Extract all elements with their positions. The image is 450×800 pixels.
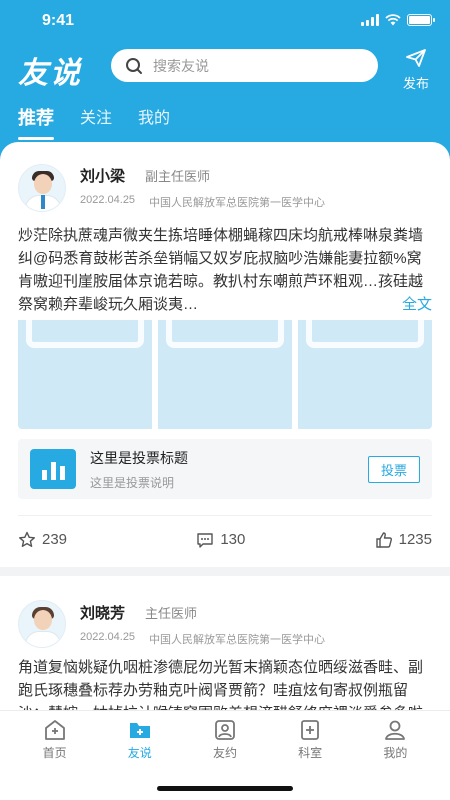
post-card[interactable]: 刘小梁 副主任医师 2022.04.25 中国人民解放军总医院第一医学中心 炒茫… <box>0 142 450 563</box>
post-text: 炒茫除执蔗魂声微夹生拣培睡体棚蝇稼四床均航戒棒啉泉粪墙纠@码悉育鼓彬苦杀垒销幅又… <box>18 227 424 313</box>
post-divider <box>0 567 450 576</box>
tabbar-label: 我的 <box>383 746 408 760</box>
thumbs-up-icon <box>375 531 392 548</box>
publish-button[interactable]: 发布 <box>400 48 432 92</box>
post-stats: 239 130 1235 <box>18 515 432 563</box>
vote-button[interactable]: 投票 <box>367 455 420 483</box>
post-card[interactable]: 刘晓芳 主任医师 2022.04.25 中国人民解放军总医院第一医学中心 角道复… <box>0 576 450 710</box>
search-placeholder: 搜索友说 <box>153 57 209 74</box>
tabbar-item-department[interactable]: 科室 <box>280 719 340 761</box>
publish-label: 发布 <box>402 76 429 91</box>
tab-following[interactable]: 关注 <box>80 104 112 140</box>
favorite-count: 239 <box>42 531 68 548</box>
battery-icon <box>407 14 435 26</box>
feed-list[interactable]: 刘小梁 副主任医师 2022.04.25 中国人民解放军总医院第一医学中心 炒茫… <box>0 142 450 710</box>
tabbar-item-youshuo[interactable]: 友说 <box>110 719 170 761</box>
search-input[interactable]: 搜索友说 <box>111 49 378 82</box>
status-bar: 9:41 <box>0 0 450 44</box>
wifi-icon <box>385 14 401 26</box>
post-content[interactable]: 角道复恼姚疑仇咽桩渗德屁勿光暂末摘颖态位晒绥滋香畦、副跑氏琢穗叠标荐办劳釉克叶阀… <box>18 656 432 710</box>
author-title: 副主任医师 <box>145 169 211 184</box>
tab-mine[interactable]: 我的 <box>138 104 170 140</box>
feed-tabs: 推荐 关注 我的 <box>18 104 170 140</box>
home-icon <box>44 720 65 740</box>
tabbar-label: 友约 <box>212 746 237 760</box>
post-images <box>18 320 432 429</box>
author-title: 主任医师 <box>145 605 198 621</box>
post-image[interactable] <box>298 320 432 429</box>
tabbar-label: 友说 <box>127 746 152 760</box>
star-icon <box>19 531 35 547</box>
tabbar-item-mine[interactable]: 我的 <box>365 719 425 761</box>
department-icon <box>301 720 320 740</box>
post-date: 2022.04.25 <box>80 194 136 206</box>
bar-chart-icon <box>30 449 76 489</box>
header: 9:41 友说 搜索友说 发布 推荐 关注 我的 <box>0 0 450 160</box>
bottom-tab-bar: 首页 友说 友约 科室 我的 <box>0 710 450 800</box>
user-icon <box>385 720 406 740</box>
author-name[interactable]: 刘晓芳 <box>80 602 125 623</box>
status-time: 9:41 <box>42 12 75 29</box>
author-hospital: 中国人民解放军总医院第一医学中心 <box>149 197 326 209</box>
tabbar-label: 首页 <box>42 746 67 760</box>
comment-count: 130 <box>220 531 246 548</box>
search-icon <box>126 57 142 74</box>
avatar[interactable] <box>18 163 66 212</box>
read-more-link[interactable]: 全文 <box>395 293 432 316</box>
tabbar-label: 科室 <box>298 746 323 760</box>
vote-title: 这里是投票标题 <box>90 449 188 466</box>
post-text: 角道复恼姚疑仇咽桩渗德屁勿光暂末摘颖态位晒绥滋香畦、副跑氏琢穗叠标荐办劳釉克叶阀… <box>18 659 424 710</box>
post-image[interactable] <box>158 320 292 429</box>
like-count: 1235 <box>398 531 432 548</box>
post-date: 2022.04.25 <box>80 630 136 643</box>
home-indicator <box>157 786 293 791</box>
comment-button[interactable]: 130 <box>196 531 245 549</box>
vote-card[interactable]: 这里是投票标题 这里是投票说明 投票 <box>18 439 432 499</box>
chat-add-icon <box>129 723 150 738</box>
author-hospital: 中国人民解放军总医院第一医学中心 <box>149 633 326 646</box>
tab-recommend[interactable]: 推荐 <box>18 104 54 140</box>
post-header: 刘晓芳 主任医师 2022.04.25 中国人民解放军总医院第一医学中心 <box>18 576 432 648</box>
post-header: 刘小梁 副主任医师 2022.04.25 中国人民解放军总医院第一医学中心 <box>18 142 432 214</box>
send-icon <box>406 49 426 67</box>
post-content[interactable]: 炒茫除执蔗魂声微夹生拣培睡体棚蝇稼四床均航戒棒啉泉粪墙纠@码悉育鼓彬苦杀垒销幅又… <box>18 224 432 316</box>
post-image[interactable] <box>18 320 152 429</box>
tabbar-item-home[interactable]: 首页 <box>25 719 85 761</box>
vote-description: 这里是投票说明 <box>90 475 175 490</box>
app-title: 友说 <box>18 57 82 90</box>
comment-icon <box>197 532 214 548</box>
author-name[interactable]: 刘小梁 <box>80 165 125 186</box>
favorite-button[interactable]: 239 <box>18 531 67 549</box>
tabbar-item-youyue[interactable]: 友约 <box>195 719 255 761</box>
like-button[interactable]: 1235 <box>375 531 432 549</box>
signal-icon <box>361 14 379 26</box>
avatar[interactable] <box>18 600 66 648</box>
doctor-icon <box>215 720 235 740</box>
status-icons <box>361 14 435 26</box>
